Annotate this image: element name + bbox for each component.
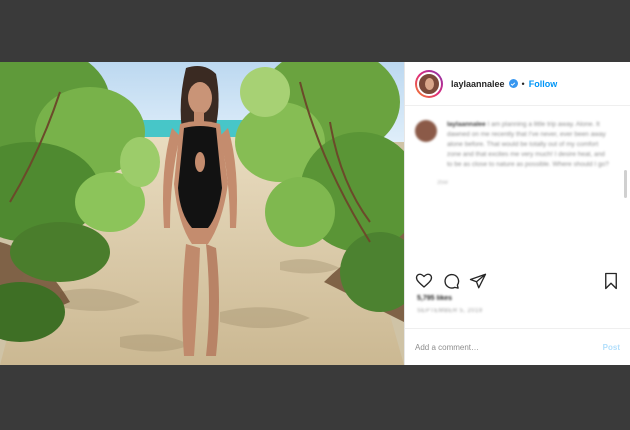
caption-text: laylaannalee I am planning a little trip…	[447, 120, 609, 170]
caption-timestamp: 35w	[437, 180, 449, 186]
likes-count[interactable]: 5,795 likes	[417, 295, 452, 302]
add-comment-bar: Post	[405, 328, 630, 365]
post-detail-panel: laylaannalee • Follow laylaannalee I am …	[404, 62, 630, 365]
comments-section[interactable]: laylaannalee I am planning a little trip…	[405, 110, 630, 260]
comments-scrollbar[interactable]	[624, 170, 627, 198]
caption-body: I am planning a little trip away. Alone.…	[447, 121, 609, 168]
post-header: laylaannalee • Follow	[405, 62, 630, 106]
caption-comment: laylaannalee I am planning a little trip…	[415, 120, 620, 186]
comment-bubble-icon[interactable]	[442, 272, 460, 290]
follow-button[interactable]: Follow	[529, 79, 558, 89]
verified-badge-icon	[508, 79, 518, 88]
caption-avatar[interactable]	[415, 120, 437, 142]
post-actions	[405, 268, 630, 294]
post-photo[interactable]	[0, 62, 404, 365]
comment-input[interactable]	[415, 342, 597, 352]
avatar-image	[417, 71, 441, 96]
paper-plane-icon[interactable]	[469, 272, 487, 290]
header-separator: •	[521, 78, 525, 89]
bookmark-icon[interactable]	[602, 272, 620, 290]
caption-username[interactable]: laylaannalee	[447, 121, 486, 128]
beach-photo-illustration	[0, 62, 404, 365]
post-date[interactable]: SEPTEMBER 5, 2019	[417, 308, 483, 314]
author-username[interactable]: laylaannalee	[451, 79, 505, 89]
post-comment-button[interactable]: Post	[603, 343, 620, 352]
heart-icon[interactable]	[415, 272, 433, 290]
author-avatar[interactable]	[415, 69, 443, 98]
